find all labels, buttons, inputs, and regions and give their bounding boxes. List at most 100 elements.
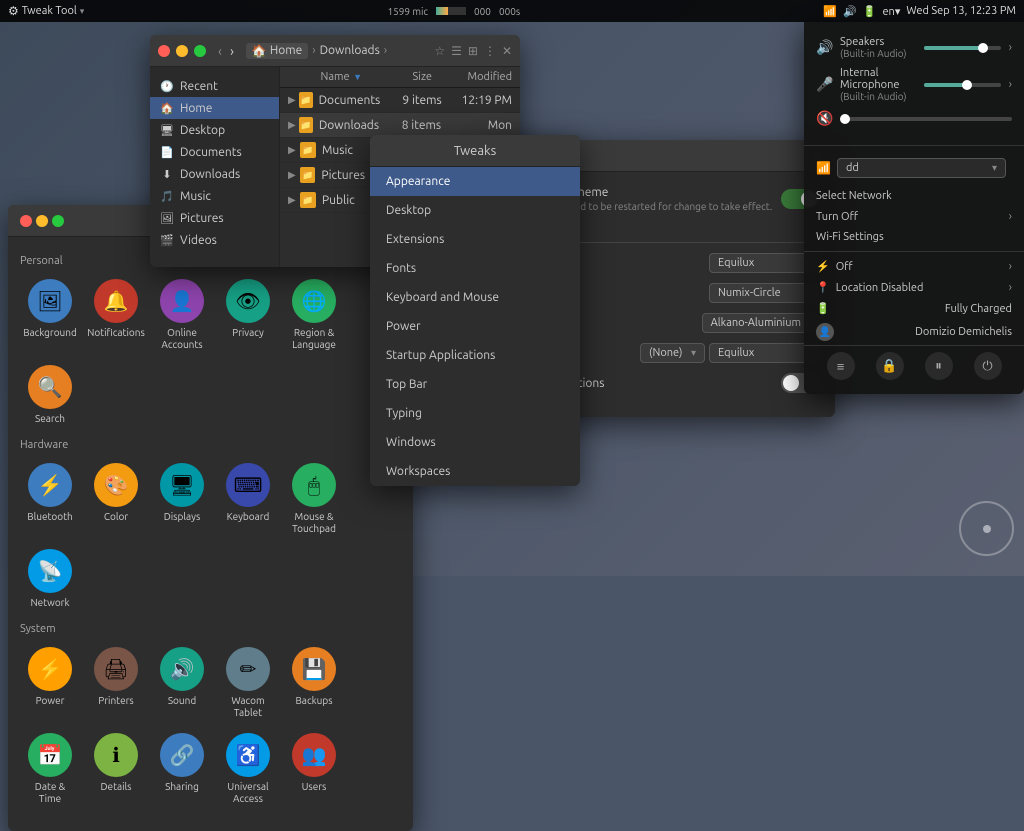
settings-background[interactable]: 🖼 Background bbox=[20, 275, 80, 355]
sidebar-item-videos[interactable]: 🎬 Videos bbox=[150, 229, 279, 251]
settings-universal-access[interactable]: ♿ Universal Access bbox=[218, 729, 278, 809]
row-expand[interactable]: ▶ bbox=[288, 119, 299, 131]
battery-item[interactable]: 🔋 Fully Charged bbox=[804, 298, 1024, 319]
table-row[interactable]: ▶ 📁 Documents 9 items 12:19 PM bbox=[280, 88, 520, 113]
list-view-icon[interactable]: ☰ bbox=[451, 44, 462, 58]
settings-max[interactable] bbox=[52, 215, 64, 227]
sidebar-item-recent[interactable]: 🕐 Recent bbox=[150, 75, 279, 97]
tweaks-item-windows[interactable]: Windows bbox=[370, 428, 580, 457]
tweaks-item-desktop[interactable]: Desktop bbox=[370, 196, 580, 225]
settings-power[interactable]: ⚡ Power bbox=[20, 643, 80, 723]
settings-printers[interactable]: 🖨 Printers bbox=[86, 643, 146, 723]
settings-min[interactable] bbox=[36, 215, 48, 227]
shell-theme-dropdown[interactable]: Equilux ▾ bbox=[709, 343, 819, 363]
bluetooth-arrow[interactable]: › bbox=[1009, 260, 1012, 273]
tweaks-item-typing[interactable]: Typing bbox=[370, 399, 580, 428]
settings-bluetooth[interactable]: ⚡ Bluetooth bbox=[20, 459, 80, 539]
tweaks-item-fonts[interactable]: Fonts bbox=[370, 254, 580, 283]
panel-icon-power[interactable]: 🔋 bbox=[863, 5, 877, 18]
settings-search[interactable]: 🔍 Search bbox=[20, 361, 80, 429]
mic-slider[interactable] bbox=[924, 83, 1000, 87]
settings-keyboard[interactable]: ⌨ Keyboard bbox=[218, 459, 278, 539]
sidebar-item-home[interactable]: 🏠 Home bbox=[150, 97, 279, 119]
tweaks-item-appearance[interactable]: Appearance bbox=[370, 167, 580, 196]
network-icon: 📡 bbox=[28, 549, 72, 593]
settings-backups[interactable]: 💾 Backups bbox=[284, 643, 344, 723]
settings-datetime[interactable]: 📅 Date & Time bbox=[20, 729, 80, 809]
tweaks-item-topbar[interactable]: Top Bar bbox=[370, 370, 580, 399]
panel-icon-sound[interactable]: 🔊 bbox=[843, 5, 857, 18]
row-expand[interactable]: ▶ bbox=[288, 144, 300, 156]
backups-icon: 💾 bbox=[292, 647, 336, 691]
shell-prefix-dropdown[interactable]: (None) ▾ bbox=[640, 343, 705, 363]
settings-close[interactable] bbox=[20, 215, 32, 227]
location-arrow[interactable]: › bbox=[1009, 281, 1012, 294]
settings-bottom-icon[interactable]: ≡ bbox=[827, 352, 855, 380]
displays-label: Displays bbox=[164, 511, 201, 523]
location-item[interactable]: 📍 Location Disabled › bbox=[804, 277, 1024, 298]
home-path[interactable]: 🏠 Home bbox=[246, 43, 308, 59]
menu-icon[interactable]: ⋮ bbox=[484, 44, 496, 58]
user-item[interactable]: 👤 Domizio Demichelis bbox=[804, 319, 1024, 345]
wifi-settings-item[interactable]: Wi-Fi Settings bbox=[804, 227, 1024, 247]
maximize-button[interactable] bbox=[194, 45, 206, 57]
settings-privacy[interactable]: 👁 Privacy bbox=[218, 275, 278, 355]
datetime-display[interactable]: Wed Sep 13, 12:23 PM bbox=[906, 5, 1016, 17]
settings-wacom[interactable]: ✏ Wacom Tablet bbox=[218, 643, 278, 723]
tweaks-item-startup[interactable]: Startup Applications bbox=[370, 341, 580, 370]
mic-expand[interactable]: › bbox=[1009, 78, 1012, 91]
settings-users[interactable]: 👥 Users bbox=[284, 729, 344, 809]
settings-sound[interactable]: 🔊 Sound bbox=[152, 643, 212, 723]
gtk-dropdown[interactable]: Equilux ▾ bbox=[709, 253, 819, 273]
current-path[interactable]: Downloads bbox=[320, 44, 380, 57]
tweaks-item-keyboard[interactable]: Keyboard and Mouse bbox=[370, 283, 580, 312]
sidebar-label-documents: Documents bbox=[180, 146, 242, 159]
select-network-item[interactable]: Select Network bbox=[804, 186, 1024, 206]
tweaktool-btn[interactable]: ⚙ Tweak Tool ▾ bbox=[8, 4, 84, 18]
tweaks-item-workspaces[interactable]: Workspaces bbox=[370, 457, 580, 486]
pause-icon[interactable]: ⏸ bbox=[925, 352, 953, 380]
speaker-expand[interactable]: › bbox=[1009, 41, 1012, 54]
forward-button[interactable]: › bbox=[228, 43, 236, 59]
settings-online-accounts[interactable]: 👤 Online Accounts bbox=[152, 275, 212, 355]
minimize-button[interactable] bbox=[176, 45, 188, 57]
settings-details[interactable]: ℹ Details bbox=[86, 729, 146, 809]
settings-mouse[interactable]: 🖱 Mouse & Touchpad bbox=[284, 459, 344, 539]
settings-region[interactable]: 🌐 Region & Language bbox=[284, 275, 344, 355]
settings-network[interactable]: 📡 Network bbox=[20, 545, 80, 613]
sidebar-item-downloads[interactable]: ⬇ Downloads bbox=[150, 163, 279, 185]
settings-notifications[interactable]: 🔔 Notifications bbox=[86, 275, 146, 355]
row-expand[interactable]: ▶ bbox=[288, 169, 300, 181]
panel-icon-wifi[interactable]: 📶 bbox=[823, 5, 837, 18]
bluetooth-item[interactable]: ⚡ Off › bbox=[804, 256, 1024, 277]
gtk-value: Equilux bbox=[718, 257, 754, 269]
close-button[interactable] bbox=[158, 45, 170, 57]
sidebar-item-pictures[interactable]: 🖼 Pictures bbox=[150, 207, 279, 229]
tweaks-item-extensions[interactable]: Extensions bbox=[370, 225, 580, 254]
mute-slider[interactable] bbox=[840, 117, 1012, 121]
turn-off-item[interactable]: Turn Off › bbox=[804, 206, 1024, 227]
lang-indicator[interactable]: en▾ bbox=[882, 5, 900, 18]
bookmark-icon[interactable]: ☆ bbox=[434, 44, 445, 58]
settings-sharing[interactable]: 🔗 Sharing bbox=[152, 729, 212, 809]
settings-displays[interactable]: 🖥 Displays bbox=[152, 459, 212, 539]
sidebar-item-music[interactable]: 🎵 Music bbox=[150, 185, 279, 207]
row-expand[interactable]: ▶ bbox=[288, 194, 300, 206]
tweaks-item-power[interactable]: Power bbox=[370, 312, 580, 341]
row-expand[interactable]: ▶ bbox=[288, 94, 299, 106]
wifi-network-select[interactable]: dd ▾ bbox=[837, 158, 1006, 178]
close-icon[interactable]: ✕ bbox=[502, 44, 512, 58]
back-button[interactable]: ‹ bbox=[216, 43, 224, 59]
color-label: Color bbox=[104, 511, 128, 523]
turn-off-arrow[interactable]: › bbox=[1009, 210, 1012, 223]
keyboard-label: Keyboard bbox=[227, 511, 270, 523]
icons-dropdown[interactable]: Numix-Circle ▾ bbox=[709, 283, 819, 303]
speaker-slider[interactable] bbox=[924, 46, 1000, 50]
lock-icon[interactable]: 🔒 bbox=[876, 352, 904, 380]
sidebar-item-desktop[interactable]: 🖥 Desktop bbox=[150, 119, 279, 141]
power-bottom-icon[interactable]: ⏻ bbox=[974, 352, 1002, 380]
sidebar-item-documents[interactable]: 📄 Documents bbox=[150, 141, 279, 163]
settings-color[interactable]: 🎨 Color bbox=[86, 459, 146, 539]
grid-view-icon[interactable]: ⊞ bbox=[468, 44, 478, 58]
cursor-dropdown[interactable]: Alkano-Aluminium ▾ bbox=[702, 313, 819, 333]
